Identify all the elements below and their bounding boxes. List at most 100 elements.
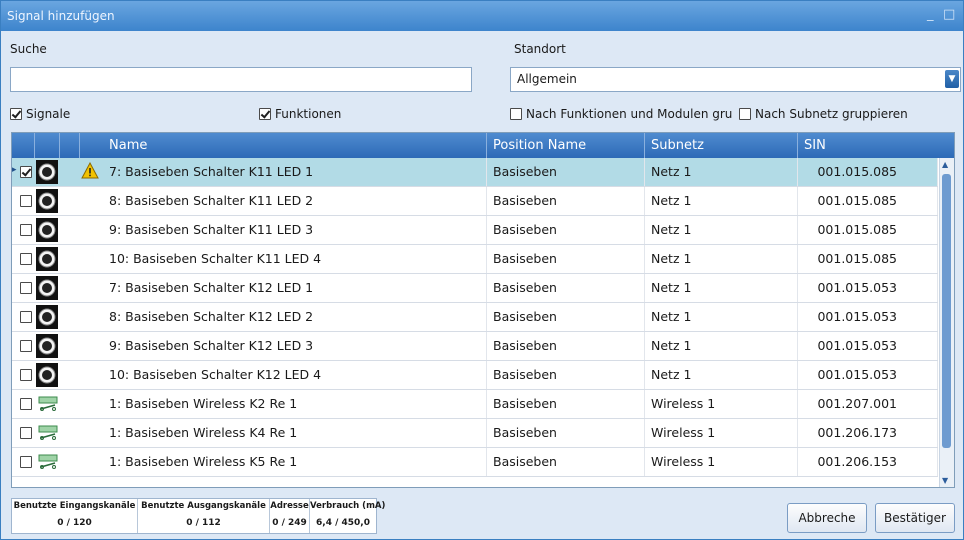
row-checkbox[interactable] — [20, 456, 32, 468]
cell-subnet: Netz 1 — [645, 361, 798, 389]
cell-position: Basiseben — [487, 158, 645, 186]
status-consumption: Verbrauch (mA) 6,4 / 450,0 — [310, 499, 386, 533]
row-checkbox[interactable] — [20, 398, 32, 410]
cell-sin: 001.015.053 — [798, 332, 938, 360]
cell-subnet: Netz 1 — [645, 274, 798, 302]
cell-position: Basiseben — [487, 274, 645, 302]
wireless-relay-icon — [38, 394, 58, 414]
signal-circle-icon — [36, 305, 58, 329]
cell-position: Basiseben — [487, 303, 645, 331]
vertical-scrollbar[interactable]: ▲ ▼ — [939, 158, 954, 487]
cell-subnet: Wireless 1 — [645, 448, 798, 476]
row-checkbox[interactable] — [20, 427, 32, 439]
row-checkbox[interactable] — [20, 253, 32, 265]
window-title: Signal hinzufügen — [7, 9, 115, 23]
scroll-up-icon[interactable]: ▲ — [942, 160, 948, 169]
signale-checkbox[interactable] — [10, 108, 22, 120]
usage-status-bar: Benutzte Eingangskanäle 0 / 120 Benutzte… — [11, 498, 386, 534]
funktionen-checkbox[interactable] — [259, 108, 271, 120]
cell-position: Basiseben — [487, 361, 645, 389]
scroll-down-icon[interactable]: ▼ — [942, 476, 948, 485]
status-label: Benutzte Eingangskanäle — [13, 501, 136, 511]
title-bar[interactable]: Signal hinzufügen _ □ — [1, 1, 963, 31]
cell-name: 1: Basiseben Wireless K5 Re 1 — [103, 448, 487, 476]
cell-subnet: Wireless 1 — [645, 390, 798, 418]
cell-sin: 001.207.001 — [798, 390, 938, 418]
cell-sin: 001.206.153 — [798, 448, 938, 476]
status-address: Adresse 0 / 249 — [270, 499, 310, 533]
row-checkbox[interactable] — [20, 166, 32, 178]
status-value: 0 / 249 — [272, 518, 307, 528]
cell-sin: 001.015.053 — [798, 274, 938, 302]
cell-position: Basiseben — [487, 245, 645, 273]
row-checkbox[interactable] — [20, 282, 32, 294]
cell-sin: 001.206.173 — [798, 419, 938, 447]
status-value: 0 / 112 — [186, 518, 221, 528]
table-row[interactable]: 8: Basiseben Schalter K11 LED 2 Basiseben… — [12, 187, 938, 216]
location-label: Standort — [514, 42, 566, 56]
table-row[interactable]: 9: Basiseben Schalter K11 LED 3 Basiseben… — [12, 216, 938, 245]
cancel-button[interactable]: Abbreche — [787, 503, 867, 533]
cell-position: Basiseben — [487, 390, 645, 418]
group-subnet-label: Nach Subnetz gruppieren — [755, 107, 908, 121]
cell-position: Basiseben — [487, 419, 645, 447]
minimize-button[interactable]: _ — [927, 7, 934, 22]
signal-circle-icon — [36, 189, 58, 213]
location-value: Allgemein — [517, 72, 577, 86]
signal-add-dialog: Signal hinzufügen _ □ Suche Standort All… — [0, 0, 964, 540]
table-row[interactable]: 10: Basiseben Schalter K11 LED 4 Basisebe… — [12, 245, 938, 274]
status-value: 0 / 120 — [57, 518, 92, 528]
maximize-button[interactable]: □ — [943, 7, 955, 22]
cell-name: 7: Basiseben Schalter K12 LED 1 — [103, 274, 487, 302]
status-value: 6,4 / 450,0 — [316, 518, 370, 528]
status-label: Benutzte Ausgangskanäle — [141, 501, 266, 511]
scrollbar-thumb[interactable] — [942, 174, 951, 448]
warning-icon — [81, 161, 99, 182]
signal-circle-icon — [36, 334, 58, 358]
row-checkbox[interactable] — [20, 224, 32, 236]
column-header-sin[interactable]: SIN — [798, 133, 954, 158]
wireless-relay-icon — [38, 452, 58, 472]
header-cell-warning — [60, 133, 80, 158]
cell-name: 8: Basiseben Schalter K12 LED 2 — [103, 303, 487, 331]
confirm-button[interactable]: Bestätiger — [875, 503, 955, 533]
column-header-subnet[interactable]: Subnetz — [645, 133, 798, 158]
signal-circle-icon — [36, 218, 58, 242]
header-cell-check — [12, 133, 35, 158]
search-input[interactable] — [10, 67, 472, 92]
cell-position: Basiseben — [487, 216, 645, 244]
cell-sin: 001.015.085 — [798, 216, 938, 244]
table-row[interactable]: ▸ 7: Basiseben Schalter K11 LED 1 Basisebe… — [12, 158, 938, 187]
row-checkbox[interactable] — [20, 311, 32, 323]
group-functions-checkbox[interactable] — [510, 108, 522, 120]
signale-label: Signale — [26, 107, 71, 121]
chevron-down-icon[interactable]: ▼ — [945, 70, 959, 88]
table-row[interactable]: 7: Basiseben Schalter K12 LED 1 Basiseben… — [12, 274, 938, 303]
cell-sin: 001.015.053 — [798, 303, 938, 331]
signal-circle-icon — [36, 160, 58, 184]
table-row[interactable]: 10: Basiseben Schalter K12 LED 4 Basisebe… — [12, 361, 938, 390]
row-checkbox[interactable] — [20, 369, 32, 381]
cell-position: Basiseben — [487, 187, 645, 215]
location-select[interactable]: Allgemein ▼ — [510, 67, 961, 92]
status-label: Verbrauch (mA) — [310, 501, 386, 511]
table-row[interactable]: 8: Basiseben Schalter K12 LED 2 Basiseben… — [12, 303, 938, 332]
row-checkbox[interactable] — [20, 195, 32, 207]
table-row[interactable]: 1: Basiseben Wireless K4 Re 1 Basiseben Wi… — [12, 419, 938, 448]
table-row[interactable]: 1: Basiseben Wireless K5 Re 1 Basiseben Wi… — [12, 448, 938, 477]
cell-name: 8: Basiseben Schalter K11 LED 2 — [103, 187, 487, 215]
column-header-position[interactable]: Position Name — [487, 133, 645, 158]
cell-subnet: Netz 1 — [645, 303, 798, 331]
cell-sin: 001.015.085 — [798, 187, 938, 215]
group-functions-label: Nach Funktionen und Modulen grupp — [526, 107, 732, 121]
cell-name: 9: Basiseben Schalter K12 LED 3 — [103, 332, 487, 360]
group-subnet-checkbox[interactable] — [739, 108, 751, 120]
cell-subnet: Netz 1 — [645, 332, 798, 360]
table-row[interactable]: 1: Basiseben Wireless K2 Re 1 Basiseben Wi… — [12, 390, 938, 419]
column-header-name[interactable]: Name — [103, 133, 487, 158]
cell-sin: 001.015.085 — [798, 158, 938, 186]
cell-subnet: Wireless 1 — [645, 419, 798, 447]
table-row[interactable]: 9: Basiseben Schalter K12 LED 3 Basiseben… — [12, 332, 938, 361]
search-label: Suche — [10, 42, 47, 56]
row-checkbox[interactable] — [20, 340, 32, 352]
